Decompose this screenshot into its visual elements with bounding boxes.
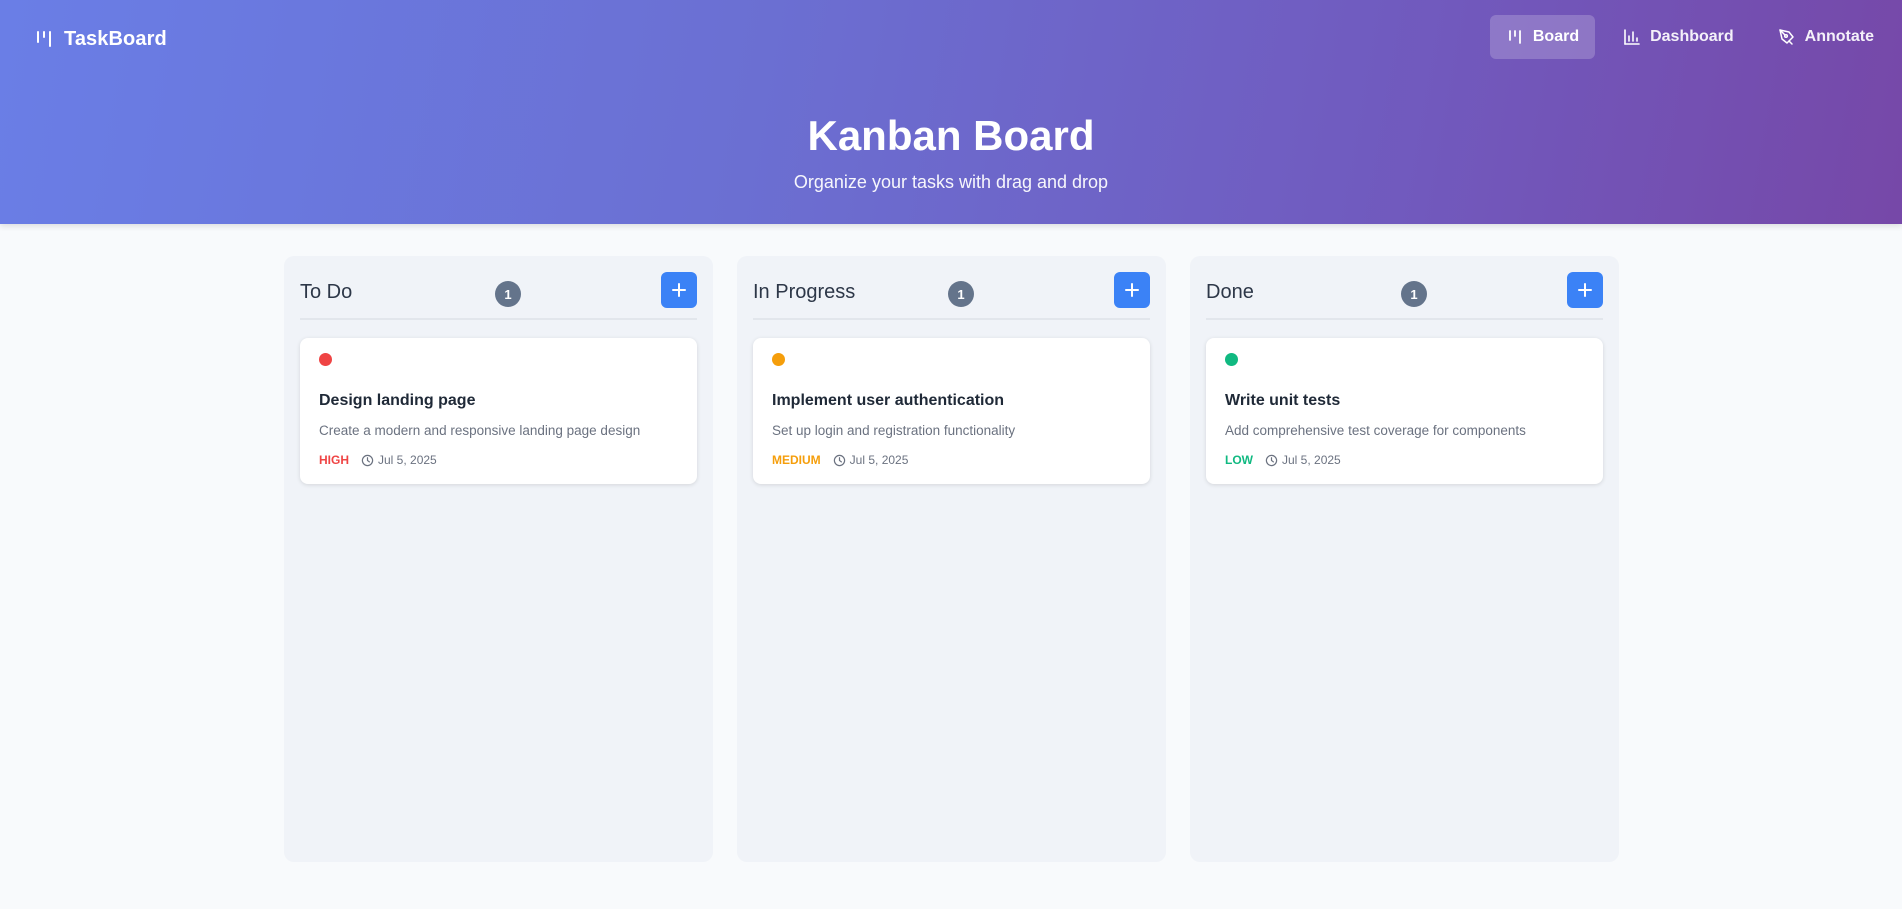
kanban-icon — [37, 31, 51, 47]
priority-dot — [319, 353, 332, 366]
column-header: To Do 1 — [300, 272, 697, 320]
column-todo[interactable]: To Do 1 Design landing page Create a mod… — [284, 256, 713, 862]
pen-tool-icon — [1778, 29, 1794, 45]
task-meta: MEDIUM Jul 5, 2025 — [772, 452, 908, 468]
page-subtitle: Organize your tasks with drag and drop — [793, 172, 1109, 192]
app-logo[interactable]: TaskBoard — [35, 26, 167, 52]
task-count-badge: 1 — [1401, 281, 1427, 307]
column-in-progress[interactable]: In Progress 1 Implement user authenticat… — [737, 256, 1166, 862]
priority-dot — [1225, 353, 1238, 366]
page-title: Kanban Board — [807, 112, 1095, 159]
clock-icon — [833, 454, 845, 466]
nav-annotate-label: Annotate — [1804, 28, 1874, 45]
add-task-button[interactable] — [1114, 272, 1150, 308]
task-date: Jul 5, 2025 — [378, 453, 437, 467]
task-count-badge: 1 — [495, 281, 521, 307]
plus-icon — [1578, 283, 1592, 297]
task-title: Design landing page — [319, 392, 476, 409]
task-title: Implement user authentication — [772, 392, 1005, 409]
nav-dashboard-label: Dashboard — [1650, 28, 1734, 45]
priority-dot — [772, 353, 785, 366]
column-title: In Progress — [753, 281, 856, 303]
plus-icon — [672, 283, 686, 297]
nav-dashboard[interactable]: Dashboard — [1607, 15, 1750, 59]
task-title: Write unit tests — [1225, 392, 1341, 409]
column-done[interactable]: Done 1 Write unit tests Add comprehensiv… — [1190, 256, 1619, 862]
bar-chart-icon — [1624, 29, 1640, 45]
task-description: Create a modern and responsive landing p… — [319, 423, 641, 438]
priority-label: HIGH — [319, 453, 349, 467]
clock-icon — [361, 454, 374, 466]
priority-label: LOW — [1225, 453, 1253, 467]
column-title: To Do — [300, 281, 353, 303]
task-card[interactable]: Write unit tests Add comprehensive test … — [1206, 338, 1603, 484]
task-date: Jul 5, 2025 — [849, 453, 909, 467]
task-description: Add comprehensive test coverage for comp… — [1225, 423, 1526, 438]
nav-annotate[interactable]: Annotate — [1762, 15, 1890, 59]
clock-icon — [1265, 454, 1278, 466]
add-task-button[interactable] — [1567, 272, 1603, 308]
column-header: Done 1 — [1206, 272, 1603, 320]
task-date: Jul 5, 2025 — [1282, 453, 1341, 467]
task-count-badge: 1 — [948, 281, 974, 307]
nav-board-label: Board — [1532, 28, 1580, 45]
app-name: TaskBoard — [64, 27, 167, 50]
task-card[interactable]: Implement user authentication Set up log… — [753, 338, 1150, 484]
header-hero: TaskBoard Board Dashboard Annotate Kanba… — [0, 0, 1902, 224]
task-meta: HIGH Jul 5, 2025 — [319, 452, 437, 468]
plus-icon — [1125, 283, 1139, 297]
add-task-button[interactable] — [661, 272, 697, 308]
task-card[interactable]: Design landing page Create a modern and … — [300, 338, 697, 484]
column-header: In Progress 1 — [753, 272, 1150, 320]
nav-board[interactable]: Board — [1489, 15, 1596, 59]
priority-label: MEDIUM — [772, 453, 821, 467]
column-title: Done — [1206, 281, 1254, 303]
task-meta: LOW Jul 5, 2025 — [1225, 452, 1341, 468]
task-description: Set up login and registration functional… — [772, 423, 1016, 438]
top-nav: Board Dashboard Annotate — [1489, 15, 1890, 59]
kanban-icon — [1508, 30, 1521, 44]
